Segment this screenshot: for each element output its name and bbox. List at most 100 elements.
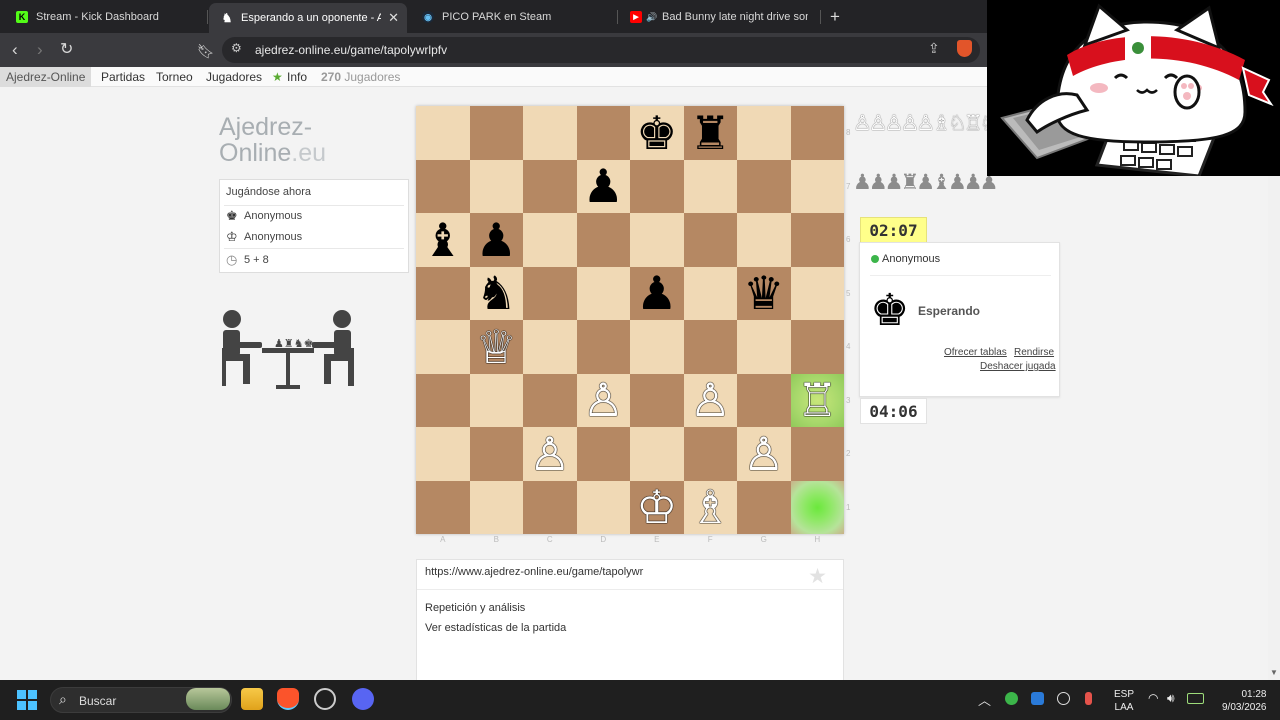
white-pawn-piece[interactable]: ♙ bbox=[690, 377, 731, 423]
reload-icon[interactable]: ↻ bbox=[60, 41, 73, 59]
square-b2[interactable] bbox=[469, 427, 523, 481]
square-f8[interactable]: ♜ bbox=[683, 106, 737, 160]
square-g7[interactable] bbox=[737, 159, 791, 213]
square-g6[interactable] bbox=[737, 213, 791, 267]
black-king-piece[interactable]: ♚ bbox=[636, 110, 677, 156]
square-c8[interactable] bbox=[523, 106, 577, 160]
replay-analysis-link[interactable]: Repetición y análisis bbox=[425, 602, 525, 614]
nav-item-info[interactable]: Info bbox=[287, 70, 307, 84]
square-h6[interactable] bbox=[790, 213, 844, 267]
square-f2[interactable] bbox=[683, 427, 737, 481]
tray-app-icon[interactable] bbox=[1057, 692, 1070, 705]
square-h7[interactable] bbox=[790, 159, 844, 213]
nav-brand-link[interactable]: Ajedrez-Online bbox=[0, 67, 92, 87]
square-a6[interactable]: ♝ bbox=[416, 213, 470, 267]
nav-item-torneo[interactable]: Torneo bbox=[156, 70, 193, 84]
wifi-icon[interactable]: ◠ bbox=[1148, 691, 1158, 705]
square-h8[interactable] bbox=[790, 106, 844, 160]
square-d5[interactable] bbox=[576, 266, 630, 320]
square-f4[interactable] bbox=[683, 320, 737, 374]
square-d2[interactable] bbox=[576, 427, 630, 481]
undo-move-link[interactable]: Deshacer jugada bbox=[980, 361, 1056, 372]
square-e2[interactable] bbox=[630, 427, 684, 481]
nav-item-jugadores[interactable]: Jugadores bbox=[206, 70, 262, 84]
square-d3[interactable]: ♙ bbox=[576, 373, 630, 427]
square-c3[interactable] bbox=[523, 373, 577, 427]
brave-shield-icon[interactable] bbox=[957, 40, 972, 57]
brave-browser-icon[interactable] bbox=[277, 688, 299, 710]
windows-start-icon[interactable] bbox=[17, 690, 37, 710]
square-e6[interactable] bbox=[630, 213, 684, 267]
obs-icon[interactable] bbox=[314, 688, 336, 710]
square-e5[interactable]: ♟ bbox=[630, 266, 684, 320]
battery-icon[interactable] bbox=[1187, 693, 1204, 704]
square-e7[interactable] bbox=[630, 159, 684, 213]
share-icon[interactable]: ⇪ bbox=[928, 40, 940, 57]
game-url[interactable]: https://www.ajedrez-online.eu/game/tapol… bbox=[425, 566, 643, 578]
close-tab-icon[interactable]: ✕ bbox=[388, 10, 399, 26]
square-c7[interactable] bbox=[523, 159, 577, 213]
square-g1[interactable] bbox=[737, 480, 791, 534]
page-scrollbar[interactable] bbox=[1268, 176, 1280, 680]
square-b5[interactable]: ♞ bbox=[469, 266, 523, 320]
square-f6[interactable] bbox=[683, 213, 737, 267]
white-king-piece[interactable]: ♔ bbox=[636, 484, 677, 530]
square-a5[interactable] bbox=[416, 266, 470, 320]
square-c1[interactable] bbox=[523, 480, 577, 534]
language-indicator[interactable]: ESP LAA bbox=[1114, 688, 1134, 714]
new-tab-button[interactable]: + bbox=[830, 7, 840, 27]
white-player-name[interactable]: Anonymous bbox=[244, 231, 302, 243]
square-b6[interactable]: ♟ bbox=[469, 213, 523, 267]
square-h5[interactable] bbox=[790, 266, 844, 320]
square-g3[interactable] bbox=[737, 373, 791, 427]
forward-icon[interactable]: › bbox=[37, 41, 43, 59]
square-g8[interactable] bbox=[737, 106, 791, 160]
square-a3[interactable] bbox=[416, 373, 470, 427]
tray-app-icon[interactable] bbox=[1005, 692, 1018, 705]
site-logo[interactable]: Ajedrez- Online.eu bbox=[219, 114, 326, 166]
scroll-down-icon[interactable]: ▼ bbox=[1270, 668, 1278, 677]
black-knight-piece[interactable]: ♞ bbox=[476, 270, 517, 316]
square-e8[interactable]: ♚ bbox=[630, 106, 684, 160]
square-f1[interactable]: ♗ bbox=[683, 480, 737, 534]
square-d1[interactable] bbox=[576, 480, 630, 534]
square-a2[interactable] bbox=[416, 427, 470, 481]
square-h4[interactable] bbox=[790, 320, 844, 374]
square-h2[interactable] bbox=[790, 427, 844, 481]
square-c2[interactable]: ♙ bbox=[523, 427, 577, 481]
tab-kick-dashboard[interactable]: K Stream - Kick Dashboard bbox=[4, 4, 204, 30]
url-text[interactable]: ajedrez-online.eu/game/tapolywrlpfv bbox=[255, 43, 447, 57]
square-c4[interactable] bbox=[523, 320, 577, 374]
site-info-icon[interactable]: ⚙ bbox=[231, 41, 242, 55]
square-a4[interactable] bbox=[416, 320, 470, 374]
square-b3[interactable] bbox=[469, 373, 523, 427]
white-queen-piece[interactable]: ♕ bbox=[476, 324, 517, 370]
square-c5[interactable] bbox=[523, 266, 577, 320]
square-g2[interactable]: ♙ bbox=[737, 427, 791, 481]
square-e1[interactable]: ♔ bbox=[630, 480, 684, 534]
white-pawn-piece[interactable]: ♙ bbox=[529, 431, 570, 477]
square-f7[interactable] bbox=[683, 159, 737, 213]
tab-pico-park[interactable]: ◉ PICO PARK en Steam bbox=[410, 4, 615, 30]
square-e4[interactable] bbox=[630, 320, 684, 374]
opponent-name[interactable]: Anonymous bbox=[882, 253, 940, 265]
speaker-icon[interactable]: 🔊 bbox=[646, 11, 658, 23]
square-h1[interactable] bbox=[790, 480, 844, 534]
bookmark-icon[interactable]: 🔖︎ bbox=[197, 42, 215, 60]
tab-chess-game[interactable]: ♞ Esperando a un oponente - Ajedrez ✕ bbox=[209, 3, 407, 33]
square-f5[interactable] bbox=[683, 266, 737, 320]
black-queen-piece[interactable]: ♛ bbox=[743, 270, 784, 316]
square-a1[interactable] bbox=[416, 480, 470, 534]
black-player-name[interactable]: Anonymous bbox=[244, 210, 302, 222]
back-icon[interactable]: ‹ bbox=[12, 41, 18, 59]
square-b1[interactable] bbox=[469, 480, 523, 534]
square-f3[interactable]: ♙ bbox=[683, 373, 737, 427]
nav-item-partidas[interactable]: Partidas bbox=[101, 70, 145, 84]
white-pawn-piece[interactable]: ♙ bbox=[743, 431, 784, 477]
square-d7[interactable]: ♟ bbox=[576, 159, 630, 213]
tab-youtube[interactable]: ▶ 🔊 Bad Bunny late night drive songs bbox=[618, 4, 818, 30]
volume-icon[interactable]: 🔊︎ bbox=[1167, 691, 1175, 706]
square-b7[interactable] bbox=[469, 159, 523, 213]
black-pawn-piece[interactable]: ♟ bbox=[583, 163, 624, 209]
square-g5[interactable]: ♛ bbox=[737, 266, 791, 320]
